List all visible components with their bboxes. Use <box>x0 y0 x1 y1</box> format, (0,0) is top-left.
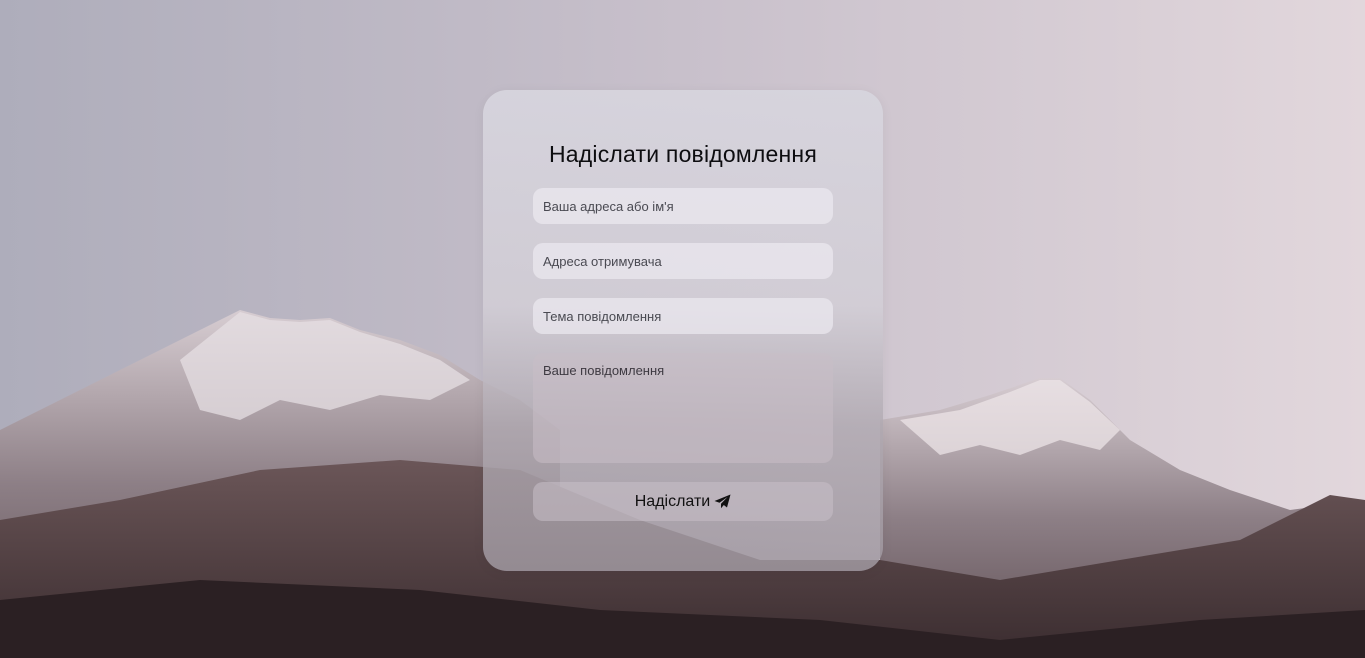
form-title: Надіслати повідомлення <box>549 141 817 167</box>
message-card: Надіслати повідомлення Надіслати <box>483 90 883 571</box>
recipient-field[interactable] <box>533 243 833 279</box>
send-button[interactable]: Надіслати <box>533 482 833 521</box>
send-button-label: Надіслати <box>634 492 711 510</box>
subject-field[interactable] <box>533 298 833 334</box>
sender-field[interactable] <box>533 188 833 224</box>
message-field[interactable] <box>533 353 833 463</box>
paper-plane-icon <box>714 494 731 509</box>
